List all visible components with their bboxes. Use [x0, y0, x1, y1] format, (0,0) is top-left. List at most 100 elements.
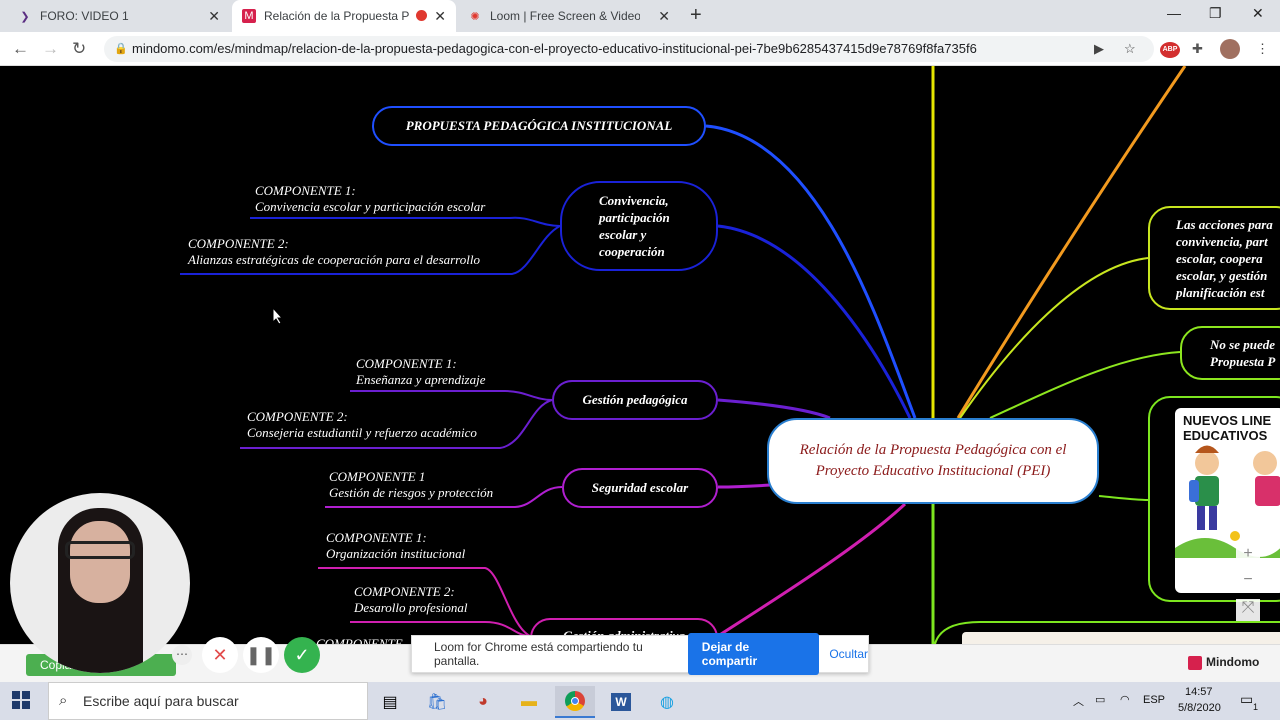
bottom-topic-peek[interactable] [962, 632, 1280, 644]
central-topic[interactable]: Relación de la Propuesta Pedagógica con … [767, 418, 1099, 504]
component-text: Consejeria estudiantil y refuerzo académ… [247, 425, 477, 440]
windows-start-icon[interactable] [12, 691, 30, 709]
wifi-icon[interactable]: ◠ [1120, 693, 1130, 706]
recording-icon [416, 10, 427, 21]
tab-loom[interactable]: ✺ Loom | Free Screen & Video Recording ✕ [458, 0, 680, 32]
component-title: COMPONENTE 1: [356, 356, 457, 371]
branch-seguridad-escolar[interactable]: Seguridad escolar [562, 468, 718, 508]
paint-app-icon[interactable]: ◕ [463, 686, 503, 718]
node-las-acciones[interactable]: Las acciones para convivencia, part esco… [1148, 206, 1280, 310]
component-adm-2[interactable]: COMPONENTE 2: Desarollo profesional [354, 584, 468, 616]
close-window-icon[interactable]: ✕ [1252, 5, 1264, 22]
loom-pause-button[interactable]: ❚❚ [243, 637, 279, 673]
component-ped-1[interactable]: COMPONENTE 1: Enseñanza y aprendizaje [356, 356, 486, 388]
lock-icon: 🔒 [114, 43, 128, 55]
component-text: Convivencia escolar y participación esco… [255, 199, 486, 214]
stop-sharing-button[interactable]: Dejar de compartir [687, 633, 820, 675]
url-text: mindomo.com/es/mindmap/relacion-de-la-pr… [132, 41, 977, 56]
url-bar[interactable]: 🔒 mindomo.com/es/mindmap/relacion-de-la-… [104, 36, 1154, 62]
component-title: COMPONENTE 2: [354, 584, 455, 599]
children-illustration-icon [1175, 445, 1280, 558]
mindmap-canvas[interactable]: PROPUESTA PEDAGÓGICA INSTITUCIONAL Convi… [0, 66, 1280, 644]
tab-mindomo[interactable]: M Relación de la Propuesta Pedagógica ✕ [232, 0, 456, 32]
node-line: escolar, coopera [1176, 251, 1263, 266]
mindomo-logo-icon [1188, 655, 1202, 670]
new-tab-icon[interactable]: + [690, 4, 702, 27]
tab-foro[interactable]: ❯ FORO: VIDEO 1 ✕ [8, 0, 230, 32]
forward-icon[interactable]: → [42, 39, 59, 59]
chrome-icon[interactable] [555, 686, 595, 718]
component-title: COMPONENTE 1: [326, 530, 427, 545]
battery-icon[interactable]: ▭ [1095, 693, 1105, 706]
tab-label: Relación de la Propuesta Pedagógica [264, 9, 409, 23]
share-message: Loom for Chrome está compartiendo tu pan… [434, 640, 643, 668]
clock-time[interactable]: 14:57 [1185, 686, 1213, 698]
notification-count: 1 [1253, 702, 1259, 712]
windows-taskbar: ⌕ Escribe aquí para buscar ▤ 🛍 ◕ ▬ W ◍ ︿… [0, 682, 1280, 720]
branch-convivencia[interactable]: Convivencia, participación escolar y coo… [560, 181, 718, 271]
search-placeholder: Escribe aquí para buscar [83, 693, 239, 709]
file-explorer-icon[interactable]: ▬ [509, 686, 549, 718]
branch-gestion-pedagogica[interactable]: Gestión pedagógica [552, 380, 718, 420]
zoom-out-button[interactable]: − [1236, 571, 1260, 593]
taskbar-search-box[interactable]: ⌕ Escribe aquí para buscar [48, 682, 368, 720]
camera-icon[interactable]: ▶ [1094, 41, 1104, 57]
nuevos-lineamientos-image[interactable]: NUEVOS LINE EDUCATIVOS [1175, 408, 1280, 593]
component-title: COMPONENTE 1 [329, 469, 426, 484]
component-title: COMPONENTE 1: [255, 183, 356, 198]
node-line: planificación est [1176, 285, 1265, 300]
component-adm-3[interactable]: COMPONENTE [316, 636, 403, 644]
extensions-puzzle-icon[interactable]: ✚ [1192, 41, 1203, 57]
loom-finish-button[interactable]: ✓ [284, 637, 320, 673]
search-icon: ⌕ [59, 692, 68, 709]
maximize-icon[interactable]: ❐ [1209, 5, 1222, 22]
fit-to-screen-button[interactable]: ⤧ [1236, 599, 1260, 621]
component-title: COMPONENTE [316, 636, 403, 644]
loom-icon: ✺ [470, 10, 480, 23]
tray-chevron-icon[interactable]: ︿ [1073, 693, 1084, 709]
back-icon[interactable]: ← [12, 39, 29, 59]
component-text: Organización institucional [326, 546, 466, 561]
close-tab-icon[interactable]: ✕ [658, 8, 670, 25]
language-indicator[interactable]: ESP [1143, 694, 1165, 706]
profile-avatar[interactable] [1220, 39, 1240, 59]
mindomo-icon: M [242, 9, 256, 23]
screen-share-banner: Loom for Chrome está compartiendo tu pan… [411, 633, 869, 675]
node-line: Propuesta P [1210, 354, 1276, 369]
webcam-bubble[interactable] [10, 493, 190, 673]
component-conv-1[interactable]: COMPONENTE 1: Convivencia escolar y part… [255, 183, 485, 215]
webcam-face [70, 521, 130, 603]
adblock-icon[interactable]: ABP [1160, 42, 1180, 58]
node-no-se-puede[interactable]: No se puede Propuesta P [1180, 326, 1280, 380]
close-tab-icon[interactable]: ✕ [208, 8, 220, 25]
mindmap-connectors [180, 66, 1280, 644]
component-text: Alianzas estratégicas de cooperación par… [188, 252, 480, 267]
component-adm-1[interactable]: COMPONENTE 1: Organización institucional [326, 530, 465, 562]
component-text: Gestión de riesgos y protección [329, 485, 494, 500]
branch-propuesta[interactable]: PROPUESTA PEDAGÓGICA INSTITUCIONAL [372, 106, 706, 146]
hide-banner-link[interactable]: Ocultar [829, 647, 868, 661]
component-conv-2[interactable]: COMPONENTE 2: Alianzas estratégicas de c… [188, 236, 480, 268]
component-text: Desarollo profesional [354, 600, 468, 615]
minimize-icon[interactable]: — [1167, 5, 1181, 21]
clock-date[interactable]: 5/8/2020 [1178, 702, 1221, 714]
brand-text: Mindomo [1206, 655, 1260, 669]
zoom-in-button[interactable]: + [1236, 545, 1260, 567]
component-title: COMPONENTE 2: [247, 409, 348, 424]
node-line: escolar, y gestión [1176, 268, 1268, 283]
word-icon[interactable]: W [601, 686, 641, 718]
webcam-glasses [65, 541, 135, 559]
loom-cancel-button[interactable]: ✕ [202, 637, 238, 673]
notification-icon[interactable]: ▭ [1240, 691, 1253, 708]
tab-label: FORO: VIDEO 1 [40, 9, 129, 23]
component-seg-1[interactable]: COMPONENTE 1 Gestión de riesgos y protec… [329, 469, 493, 501]
close-tab-icon[interactable]: ✕ [434, 8, 446, 25]
menu-kebab-icon[interactable]: ⋮ [1256, 41, 1269, 57]
bookmark-star-icon[interactable]: ☆ [1124, 41, 1136, 57]
reload-icon[interactable]: ↻ [72, 39, 86, 59]
task-view-icon[interactable]: ▤ [370, 686, 410, 718]
edge-icon[interactable]: ◍ [647, 686, 687, 718]
store-icon[interactable]: 🛍 [417, 686, 457, 718]
loom-more-icon[interactable]: ⋯ [172, 645, 192, 665]
component-ped-2[interactable]: COMPONENTE 2: Consejeria estudiantil y r… [247, 409, 477, 441]
